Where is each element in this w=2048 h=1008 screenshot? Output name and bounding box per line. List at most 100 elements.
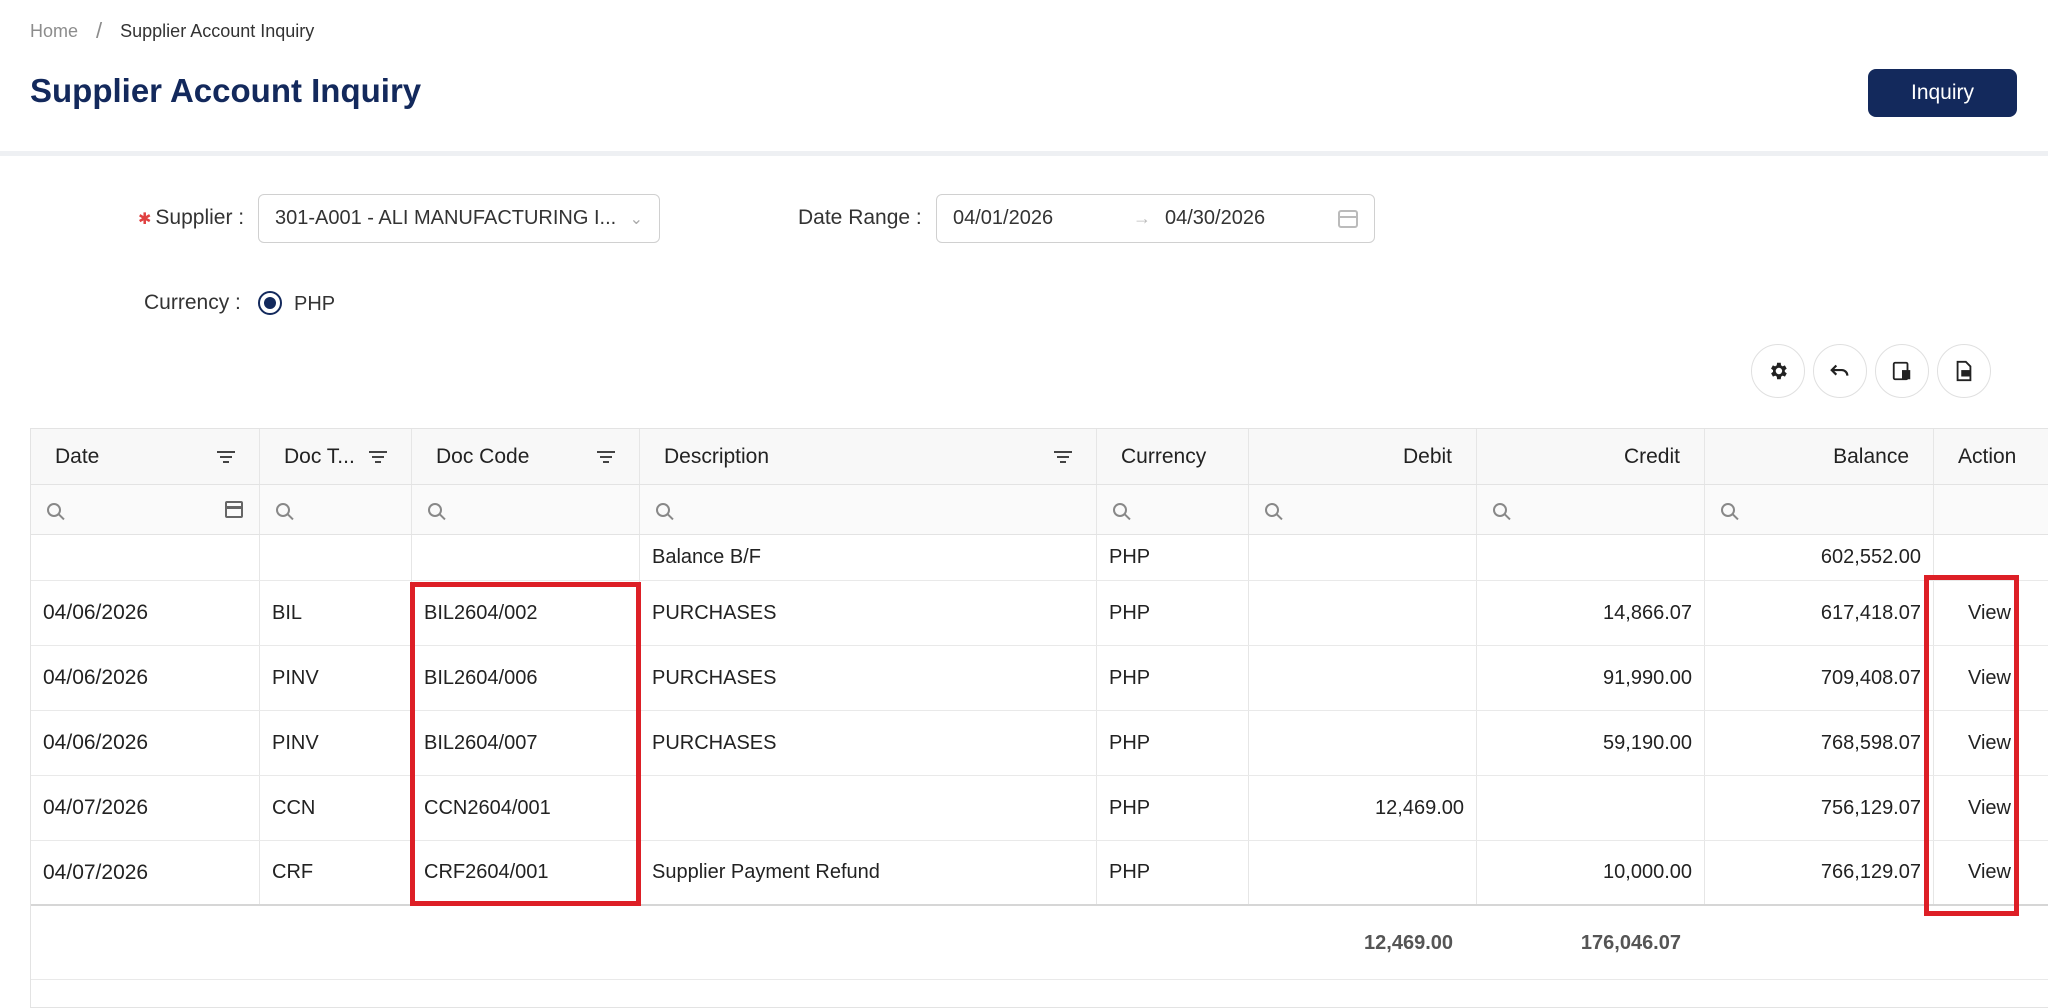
doc-code-link[interactable]: BIL2604/006 xyxy=(412,646,640,710)
doc-type-cell: CCN xyxy=(260,776,412,840)
doc-code-link[interactable]: CRF2604/001 xyxy=(412,841,640,904)
breadcrumb: Home / Supplier Account Inquiry xyxy=(30,18,314,44)
total-credit: 176,046.07 xyxy=(1580,932,1681,954)
doc-type-cell: PINV xyxy=(260,711,412,775)
balance-cell: 766,129.07 xyxy=(1705,841,1934,904)
doc-code-link[interactable]: CCN2604/001 xyxy=(412,776,640,840)
column-header-doc-code[interactable]: Doc Code xyxy=(412,429,640,484)
chevron-down-icon: ⌄ xyxy=(629,210,643,228)
arrow-right-icon: → xyxy=(1133,208,1151,228)
gear-icon xyxy=(1771,362,1787,380)
supplier-select[interactable]: 301-A001 - ALI MANUFACTURING I... ⌄ xyxy=(258,194,660,243)
credit-cell[interactable]: 59,190.00 xyxy=(1477,711,1705,775)
currency-cell: PHP xyxy=(1097,581,1249,645)
view-link[interactable]: View xyxy=(1934,646,2048,710)
column-header-credit[interactable]: Credit xyxy=(1477,429,1705,484)
view-link[interactable]: View xyxy=(1934,776,2048,840)
date-from-input[interactable]: 04/01/2026 xyxy=(953,207,1133,230)
column-header-description[interactable]: Description xyxy=(640,429,1097,484)
search-icon xyxy=(1493,502,1507,517)
column-settings-button[interactable] xyxy=(1875,344,1929,398)
table-row: 04/07/2026 CCN CCN2604/001 PHP 12,469.00… xyxy=(31,776,2048,841)
column-header-date[interactable]: Date xyxy=(31,429,260,484)
doc-type-cell: BIL xyxy=(260,581,412,645)
account-table: Date Doc T... Doc Code Description Curre… xyxy=(30,428,2048,1008)
filter-icon[interactable] xyxy=(597,450,615,463)
currency-radio-label: PHP xyxy=(294,293,336,315)
settings-button[interactable] xyxy=(1751,344,1805,398)
calendar-icon[interactable] xyxy=(225,501,243,518)
table-row: 04/06/2026 BIL BIL2604/002 PURCHASES PHP… xyxy=(31,581,2048,646)
filter-icon[interactable] xyxy=(1054,450,1072,463)
column-header-doc-type[interactable]: Doc T... xyxy=(260,429,412,484)
column-header-debit[interactable]: Debit xyxy=(1249,429,1477,484)
search-date[interactable] xyxy=(31,485,260,534)
undo-button[interactable] xyxy=(1813,344,1867,398)
search-currency[interactable] xyxy=(1097,485,1249,534)
balance-cell: 617,418.07 xyxy=(1705,581,1934,645)
search-credit[interactable] xyxy=(1477,485,1705,534)
search-balance[interactable] xyxy=(1705,485,1934,534)
doc-type-cell: PINV xyxy=(260,646,412,710)
breadcrumb-home[interactable]: Home xyxy=(30,21,78,42)
total-debit: 12,469.00 xyxy=(1364,932,1453,954)
description-cell: PURCHASES xyxy=(640,711,1097,775)
table-row-balance-bf: Balance B/F PHP 602,552.00 xyxy=(31,535,2048,581)
undo-icon xyxy=(1830,364,1849,376)
debit-cell[interactable] xyxy=(1249,841,1477,904)
debit-cell[interactable] xyxy=(1249,581,1477,645)
credit-cell[interactable]: 91,990.00 xyxy=(1477,646,1705,710)
column-header-currency[interactable]: Currency xyxy=(1097,429,1249,484)
debit-cell[interactable] xyxy=(1249,646,1477,710)
date-cell: 04/07/2026 xyxy=(31,776,260,840)
supplier-label: ✱ Supplier : xyxy=(138,206,245,229)
filter-icon[interactable] xyxy=(217,450,235,463)
page-header: Home / Supplier Account Inquiry Supplier… xyxy=(0,0,2048,156)
search-doc-type[interactable] xyxy=(260,485,412,534)
view-link[interactable]: View xyxy=(1934,711,2048,775)
search-icon xyxy=(1721,502,1735,517)
balance-cell: 756,129.07 xyxy=(1705,776,1934,840)
date-cell: 04/06/2026 xyxy=(31,646,260,710)
date-cell: 04/06/2026 xyxy=(31,581,260,645)
balance-cell: 768,598.07 xyxy=(1705,711,1934,775)
column-header-balance[interactable]: Balance xyxy=(1705,429,1934,484)
credit-cell[interactable] xyxy=(1477,776,1705,840)
doc-type-cell: CRF xyxy=(260,841,412,904)
export-button[interactable] xyxy=(1937,344,1991,398)
currency-cell: PHP xyxy=(1097,711,1249,775)
credit-cell[interactable]: 14,866.07 xyxy=(1477,581,1705,645)
view-link[interactable]: View xyxy=(1934,581,2048,645)
debit-cell[interactable] xyxy=(1249,711,1477,775)
date-to-input[interactable]: 04/30/2026 xyxy=(1165,207,1338,230)
description-cell: Balance B/F xyxy=(640,535,1097,580)
column-settings-icon xyxy=(1892,361,1911,381)
description-cell: Supplier Payment Refund xyxy=(640,841,1097,904)
date-cell: 04/07/2026 xyxy=(31,841,260,904)
description-cell: PURCHASES xyxy=(640,646,1097,710)
currency-radio-php[interactable] xyxy=(258,291,282,315)
search-debit[interactable] xyxy=(1249,485,1477,534)
view-link[interactable]: View xyxy=(1934,841,2048,904)
search-doc-code[interactable] xyxy=(412,485,640,534)
currency-cell: PHP xyxy=(1097,535,1249,580)
credit-cell[interactable]: 10,000.00 xyxy=(1477,841,1705,904)
search-icon xyxy=(47,502,61,517)
debit-cell[interactable]: 12,469.00 xyxy=(1249,776,1477,840)
inquiry-button[interactable]: Inquiry xyxy=(1868,69,2017,117)
table-search-row xyxy=(31,485,2048,535)
search-icon xyxy=(1113,502,1127,517)
search-icon xyxy=(428,502,442,517)
date-range-picker[interactable]: 04/01/2026 → 04/30/2026 xyxy=(936,194,1375,243)
search-description[interactable] xyxy=(640,485,1097,534)
column-header-action: Action xyxy=(1934,429,2048,484)
calendar-icon[interactable] xyxy=(1338,209,1358,228)
doc-code-link[interactable]: BIL2604/007 xyxy=(412,711,640,775)
required-icon: ✱ xyxy=(138,211,152,228)
table-row: 04/06/2026 PINV BIL2604/006 PURCHASES PH… xyxy=(31,646,2048,711)
doc-code-link[interactable]: BIL2604/002 xyxy=(412,581,640,645)
page-title: Supplier Account Inquiry xyxy=(30,72,422,109)
description-cell xyxy=(640,776,1097,840)
filter-icon[interactable] xyxy=(369,450,387,463)
totals-row: 12,469.00 176,046.07 xyxy=(31,908,2048,980)
